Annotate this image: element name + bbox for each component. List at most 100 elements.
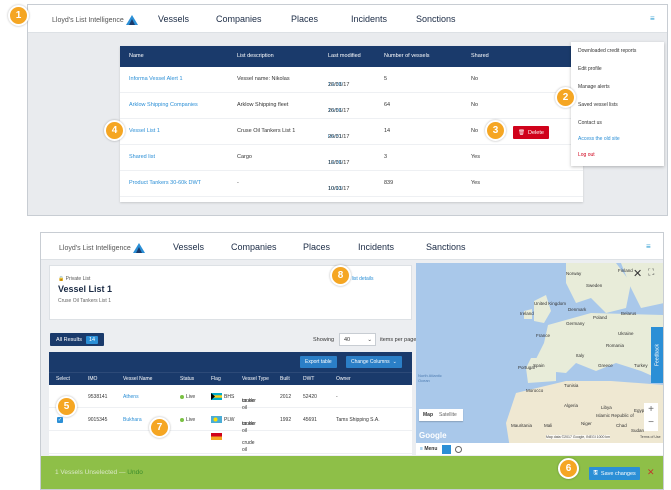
nav-companies[interactable]: Companies: [216, 14, 262, 24]
imo-number: 9538141: [88, 394, 108, 400]
nav-places[interactable]: Places: [291, 14, 318, 24]
map-button[interactable]: Map: [419, 412, 437, 418]
brand-mark-icon: [125, 15, 138, 25]
nav-sanctions[interactable]: Sonctions: [416, 14, 456, 24]
hamburger-icon[interactable]: ≡: [650, 14, 655, 23]
col-name[interactable]: Name: [129, 53, 144, 59]
col-description[interactable]: List description: [237, 53, 274, 59]
map-menu-label[interactable]: Menu: [424, 446, 437, 452]
col-status[interactable]: Status: [180, 376, 194, 382]
nav-incidents-2[interactable]: Incidents: [358, 242, 394, 252]
vessel-name-link[interactable]: Bukhara: [123, 417, 142, 423]
map-place-label: Sudan: [631, 428, 645, 433]
save-changes-button[interactable]: 🖫 Save changes: [589, 467, 640, 480]
col-vessel-type[interactable]: Vessel Type: [242, 376, 269, 382]
col-flag[interactable]: Flag: [211, 376, 221, 382]
menu-credit-reports[interactable]: Downloaded credit reports: [578, 48, 636, 54]
callout-badge: 7: [149, 417, 170, 438]
close-icon[interactable]: ✕: [647, 467, 655, 478]
menu-old-site[interactable]: Access the old site: [578, 136, 620, 142]
vessel-type-line1: crude oil: [242, 440, 255, 453]
per-page-select[interactable]: 40 ⌄: [339, 333, 376, 346]
col-dwt[interactable]: DWT: [303, 376, 314, 382]
circle-icon[interactable]: [455, 445, 463, 453]
nav-incidents[interactable]: Incidents: [351, 14, 387, 24]
terms-link[interactable]: Terms of Use: [640, 435, 661, 439]
owner-name: -: [336, 394, 338, 400]
change-columns-button[interactable]: Change Columns ⌄: [346, 356, 402, 368]
table-row[interactable]: Product Tankers 30-60k DWT - 10:13 10/01/…: [120, 171, 583, 197]
brand-logo-2[interactable]: Lloyd's List Intelligence: [59, 243, 145, 253]
col-vessel-name[interactable]: Vessel Name: [123, 376, 152, 382]
top-nav-2: Lloyd's List Intelligence Vessels Compan…: [41, 233, 663, 260]
nav-places-2[interactable]: Places: [303, 242, 330, 252]
nav-vessels[interactable]: Vessels: [158, 14, 189, 24]
map-view[interactable]: Norway Finland Sweden United Kingdom Ireland…: [416, 263, 663, 455]
list-name-link[interactable]: Vessel List 1: [129, 128, 160, 134]
table-row[interactable]: crude oil: [49, 431, 412, 454]
zoom-out-button[interactable]: −: [644, 416, 658, 429]
col-count[interactable]: Number of vessels: [384, 53, 430, 59]
flag-icon: [211, 416, 222, 423]
col-imo[interactable]: IMO: [88, 376, 97, 382]
menu-log-out[interactable]: Log out: [578, 152, 595, 158]
menu-icon[interactable]: ≡: [420, 446, 423, 452]
page-subtitle: Cruse Oil Tankers List 1: [58, 298, 111, 304]
table-row[interactable]: Shared list Cargo 12:36 16/01/17 3 Yes: [120, 145, 583, 171]
list-name-link[interactable]: Informa Vessel Alert 1: [129, 76, 183, 82]
brand-logo[interactable]: Lloyd's List Intelligence: [52, 15, 138, 25]
menu-contact-us[interactable]: Contact us: [578, 120, 602, 126]
delete-button[interactable]: 🗑 Delete: [513, 126, 549, 139]
map-place-label: Ukraine: [618, 331, 634, 336]
per-page-value: 40: [344, 337, 351, 343]
feedback-tab[interactable]: Feedback: [651, 327, 663, 383]
col-shared[interactable]: Shared: [471, 53, 489, 59]
nav-sanctions-2[interactable]: Sanctions: [426, 242, 466, 252]
save-icon: 🖫: [593, 470, 598, 476]
page-title: Vessel List 1: [58, 284, 113, 294]
col-modified[interactable]: Last modified: [328, 53, 361, 59]
col-owner[interactable]: Owner: [336, 376, 351, 382]
list-name-link[interactable]: Shared list: [129, 154, 155, 160]
columns-label: Change Columns: [351, 359, 390, 365]
table-row[interactable]: 9538141 Athens Live BHS crude oil tanker …: [49, 385, 412, 411]
nav-vessels-2[interactable]: Vessels: [173, 242, 204, 252]
table-row[interactable]: Informa Vessel Alert 1 Vessel name: Niko…: [120, 67, 583, 93]
col-built[interactable]: Built: [280, 376, 290, 382]
undo-link[interactable]: Undo: [127, 469, 143, 476]
shared-status: Yes: [471, 180, 480, 186]
map-place-label: Italy: [576, 353, 585, 358]
menu-edit-profile[interactable]: Edit profile: [578, 66, 602, 72]
shared-status: No: [471, 102, 479, 108]
close-icon[interactable]: ✕: [633, 267, 642, 280]
map-place-label: Morocco: [526, 388, 544, 393]
menu-saved-vessel-lists[interactable]: Saved vessel lists: [578, 102, 618, 108]
map-place-label: Germany: [566, 321, 585, 326]
table-toolbar: Export table Change Columns ⌄: [49, 352, 412, 372]
vessel-name-link[interactable]: Athens: [123, 394, 139, 400]
map-attribution: Map data ©2017 Google, INEGI 1000 km: [546, 435, 611, 439]
list-name-link[interactable]: Arklow Shipping Companies: [129, 102, 198, 108]
select-checkbox[interactable]: [57, 440, 63, 446]
zoom-in-button[interactable]: +: [644, 403, 658, 416]
user-dropdown-menu: Downloaded credit reports Edit profile M…: [571, 42, 664, 166]
vessel-list-detail-screen: Lloyd's List Intelligence Vessels Compan…: [40, 232, 664, 490]
table-row[interactable]: ✓ 9015345 Bukhara Live PLW crude oil tank…: [49, 408, 412, 434]
zoom-controls: + −: [644, 403, 658, 431]
fullscreen-icon[interactable]: ⛶: [648, 267, 654, 278]
map-pin-button[interactable]: [442, 444, 452, 454]
table-row[interactable]: Arklow Shipping Companies Arklow Shippin…: [120, 93, 583, 119]
dwt-value: 52420: [303, 394, 317, 400]
hamburger-icon[interactable]: ≡: [646, 242, 651, 251]
vessel-count: 64: [384, 102, 391, 108]
nav-companies-2[interactable]: Companies: [231, 242, 277, 252]
vessel-count: 3: [384, 154, 388, 160]
callout-badge: 8: [330, 265, 351, 286]
satellite-button[interactable]: Satellite: [437, 412, 459, 418]
results-count: 14: [85, 335, 99, 344]
all-results-tab[interactable]: All Results 14: [50, 333, 105, 346]
list-name-link[interactable]: Product Tankers 30-60k DWT: [129, 180, 201, 186]
menu-manage-alerts[interactable]: Manage alerts: [578, 84, 610, 90]
export-table-button[interactable]: Export table: [300, 356, 337, 368]
select-checkbox[interactable]: ✓: [57, 417, 63, 423]
